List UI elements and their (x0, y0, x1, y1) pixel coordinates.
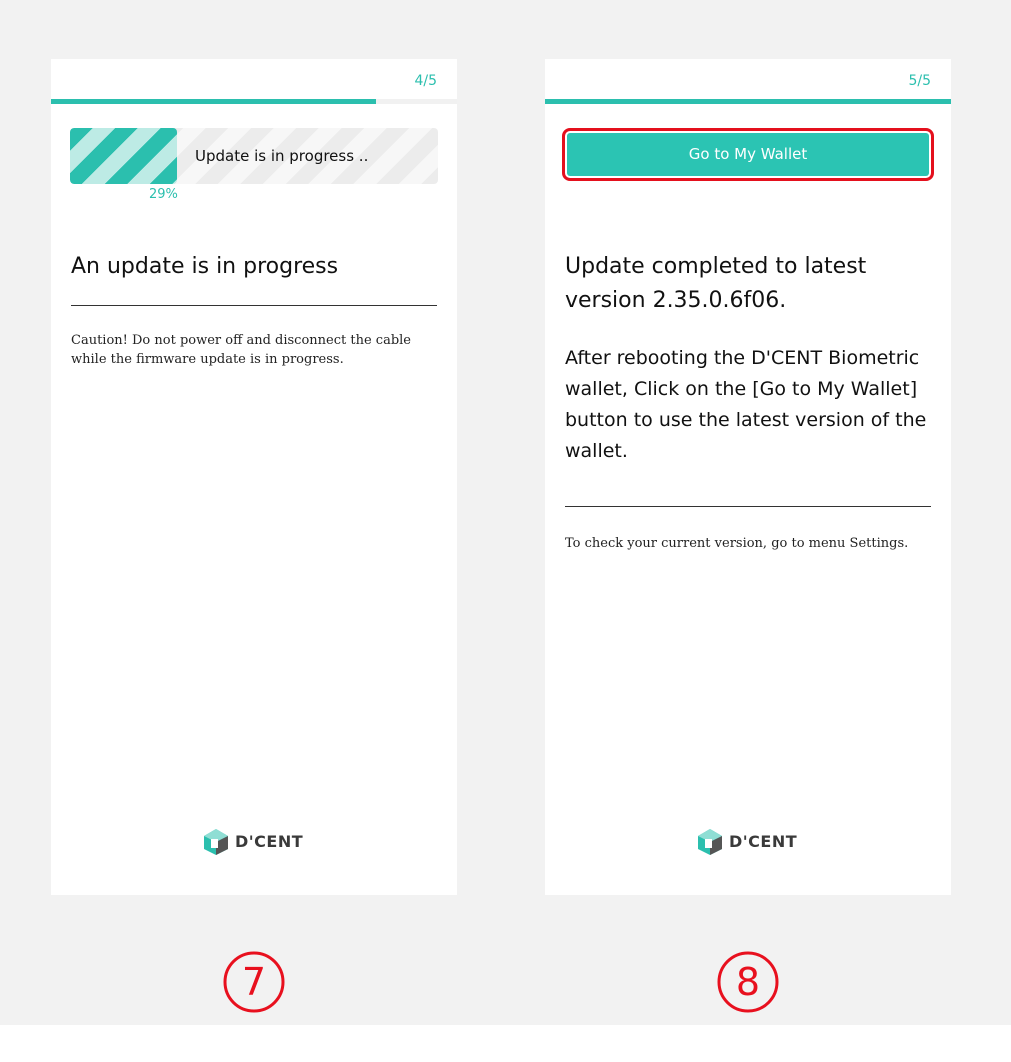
step-marker-number: 7 (241, 960, 267, 1004)
step-progress-fill (545, 99, 951, 104)
firmware-progress-fill (70, 128, 177, 184)
page-title: An update is in progress (71, 254, 339, 279)
version-note: To check your current version, go to men… (565, 536, 909, 551)
dcent-logo-icon (204, 829, 228, 855)
logo-text: D'CENT (729, 832, 798, 851)
divider (565, 506, 931, 507)
go-to-my-wallet-button[interactable]: Go to My Wallet (567, 133, 929, 176)
divider (71, 305, 437, 306)
step-counter: 4/5 (414, 73, 437, 89)
update-progress-screen: 4/5 Update is in progress .. 29% An upda… (51, 59, 457, 895)
step-progress-fill (51, 99, 376, 104)
step-marker-number: 8 (735, 960, 761, 1004)
dcent-logo: D'CENT (202, 828, 308, 856)
step-marker: 8 (716, 950, 780, 1014)
step-counter: 5/5 (908, 73, 931, 89)
firmware-progress-label: Update is in progress .. (195, 147, 369, 165)
logo-text: D'CENT (235, 832, 304, 851)
step-progress-track (545, 99, 951, 104)
firmware-progress-bar: Update is in progress .. (70, 128, 438, 184)
update-complete-screen: 5/5 Go to My Wallet Update completed to … (545, 59, 951, 895)
page-title: Update completed to latest version 2.35.… (565, 254, 867, 313)
instruction-text: After rebooting the D'CENT Biometric wal… (565, 347, 927, 462)
step-marker: 7 (222, 950, 286, 1014)
caution-text: Caution! Do not power off and disconnect… (71, 333, 411, 367)
dcent-logo: D'CENT (696, 828, 802, 856)
step-progress-track (51, 99, 457, 104)
firmware-progress-percent: 29% (149, 187, 178, 202)
dcent-logo-icon (698, 829, 722, 855)
